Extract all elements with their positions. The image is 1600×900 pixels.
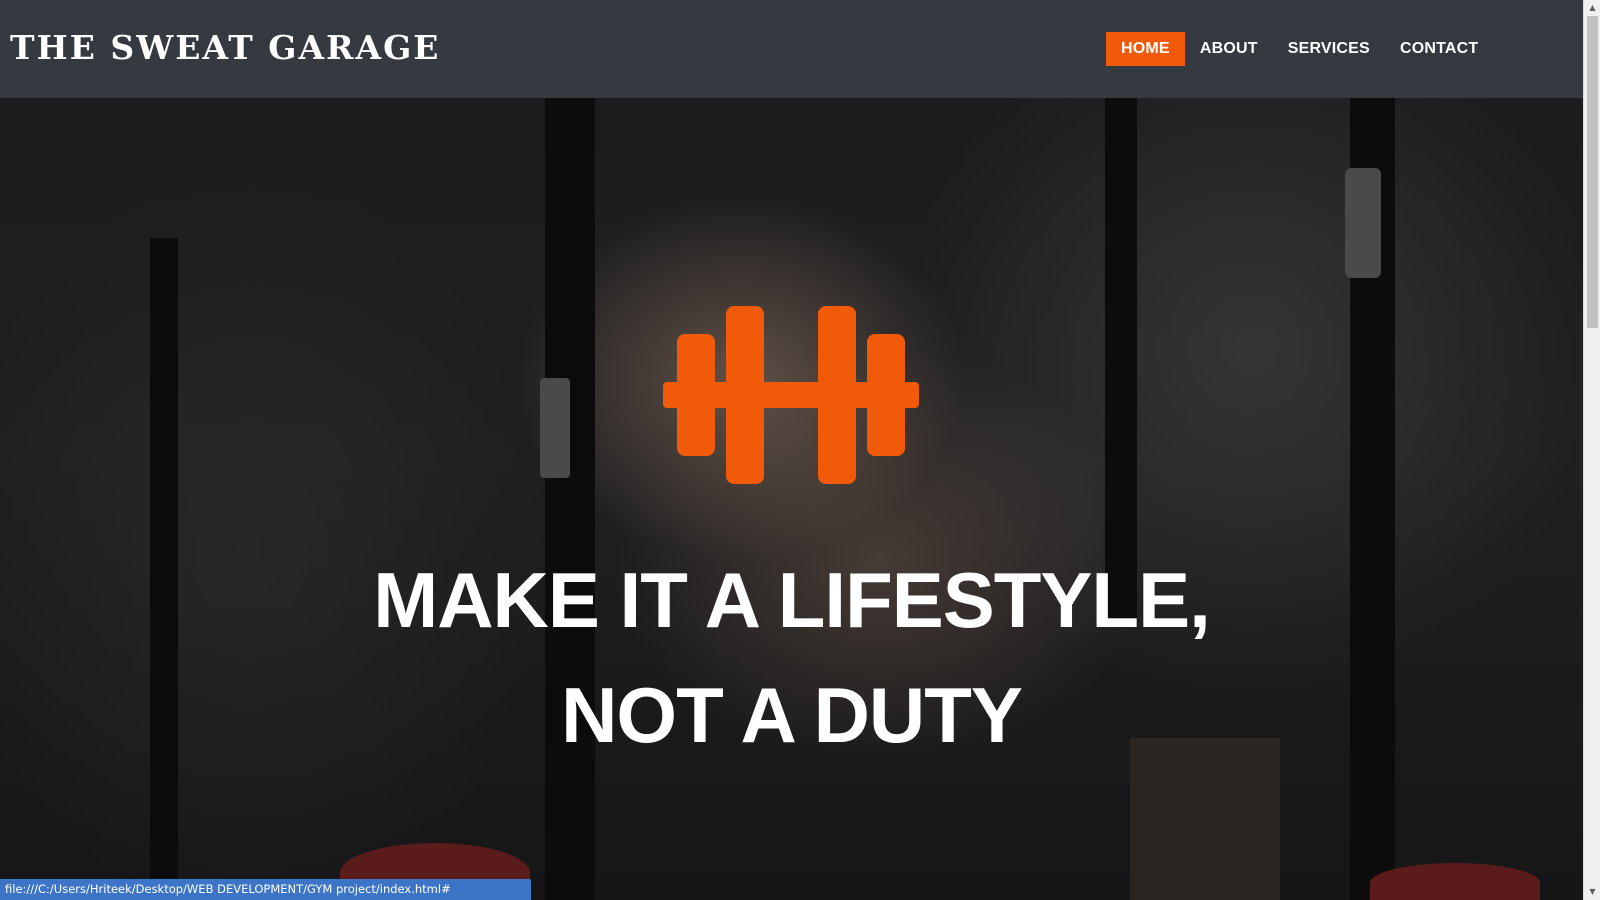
nav-link-services[interactable]: SERVICES — [1273, 32, 1385, 66]
hero-headline-line1: MAKE IT A LIFESTYLE, — [373, 556, 1211, 644]
hero-section: MAKE IT A LIFESTYLE, NOT A DUTY — [0, 98, 1583, 900]
weight-plate — [1370, 863, 1540, 900]
background-rack — [540, 378, 570, 478]
brand-logo[interactable]: THE SWEAT GARAGE — [10, 28, 440, 67]
nav-link-home[interactable]: HOME — [1106, 32, 1185, 66]
dumbbell-icon — [663, 306, 919, 484]
nav-links: HOME ABOUT SERVICES CONTACT — [1106, 32, 1493, 66]
background-rack — [545, 98, 595, 900]
scroll-thumb[interactable] — [1587, 16, 1598, 328]
status-bar-url: file:///C:/Users/Hriteek/Desktop/WEB DEV… — [0, 879, 531, 900]
scroll-up-arrow-icon[interactable]: ▲ — [1584, 0, 1600, 16]
hero-headline-line2: NOT A DUTY — [561, 671, 1023, 759]
vertical-scrollbar[interactable]: ▲ ▼ — [1583, 0, 1600, 900]
background-rack — [1345, 168, 1381, 278]
background-rack — [1105, 98, 1137, 618]
navbar: THE SWEAT GARAGE HOME ABOUT SERVICES CON… — [0, 0, 1583, 98]
nav-link-contact[interactable]: CONTACT — [1385, 32, 1493, 66]
scroll-down-arrow-icon[interactable]: ▼ — [1584, 884, 1600, 900]
hero-headline: MAKE IT A LIFESTYLE, NOT A DUTY — [0, 543, 1583, 773]
nav-link-about[interactable]: ABOUT — [1185, 32, 1273, 66]
